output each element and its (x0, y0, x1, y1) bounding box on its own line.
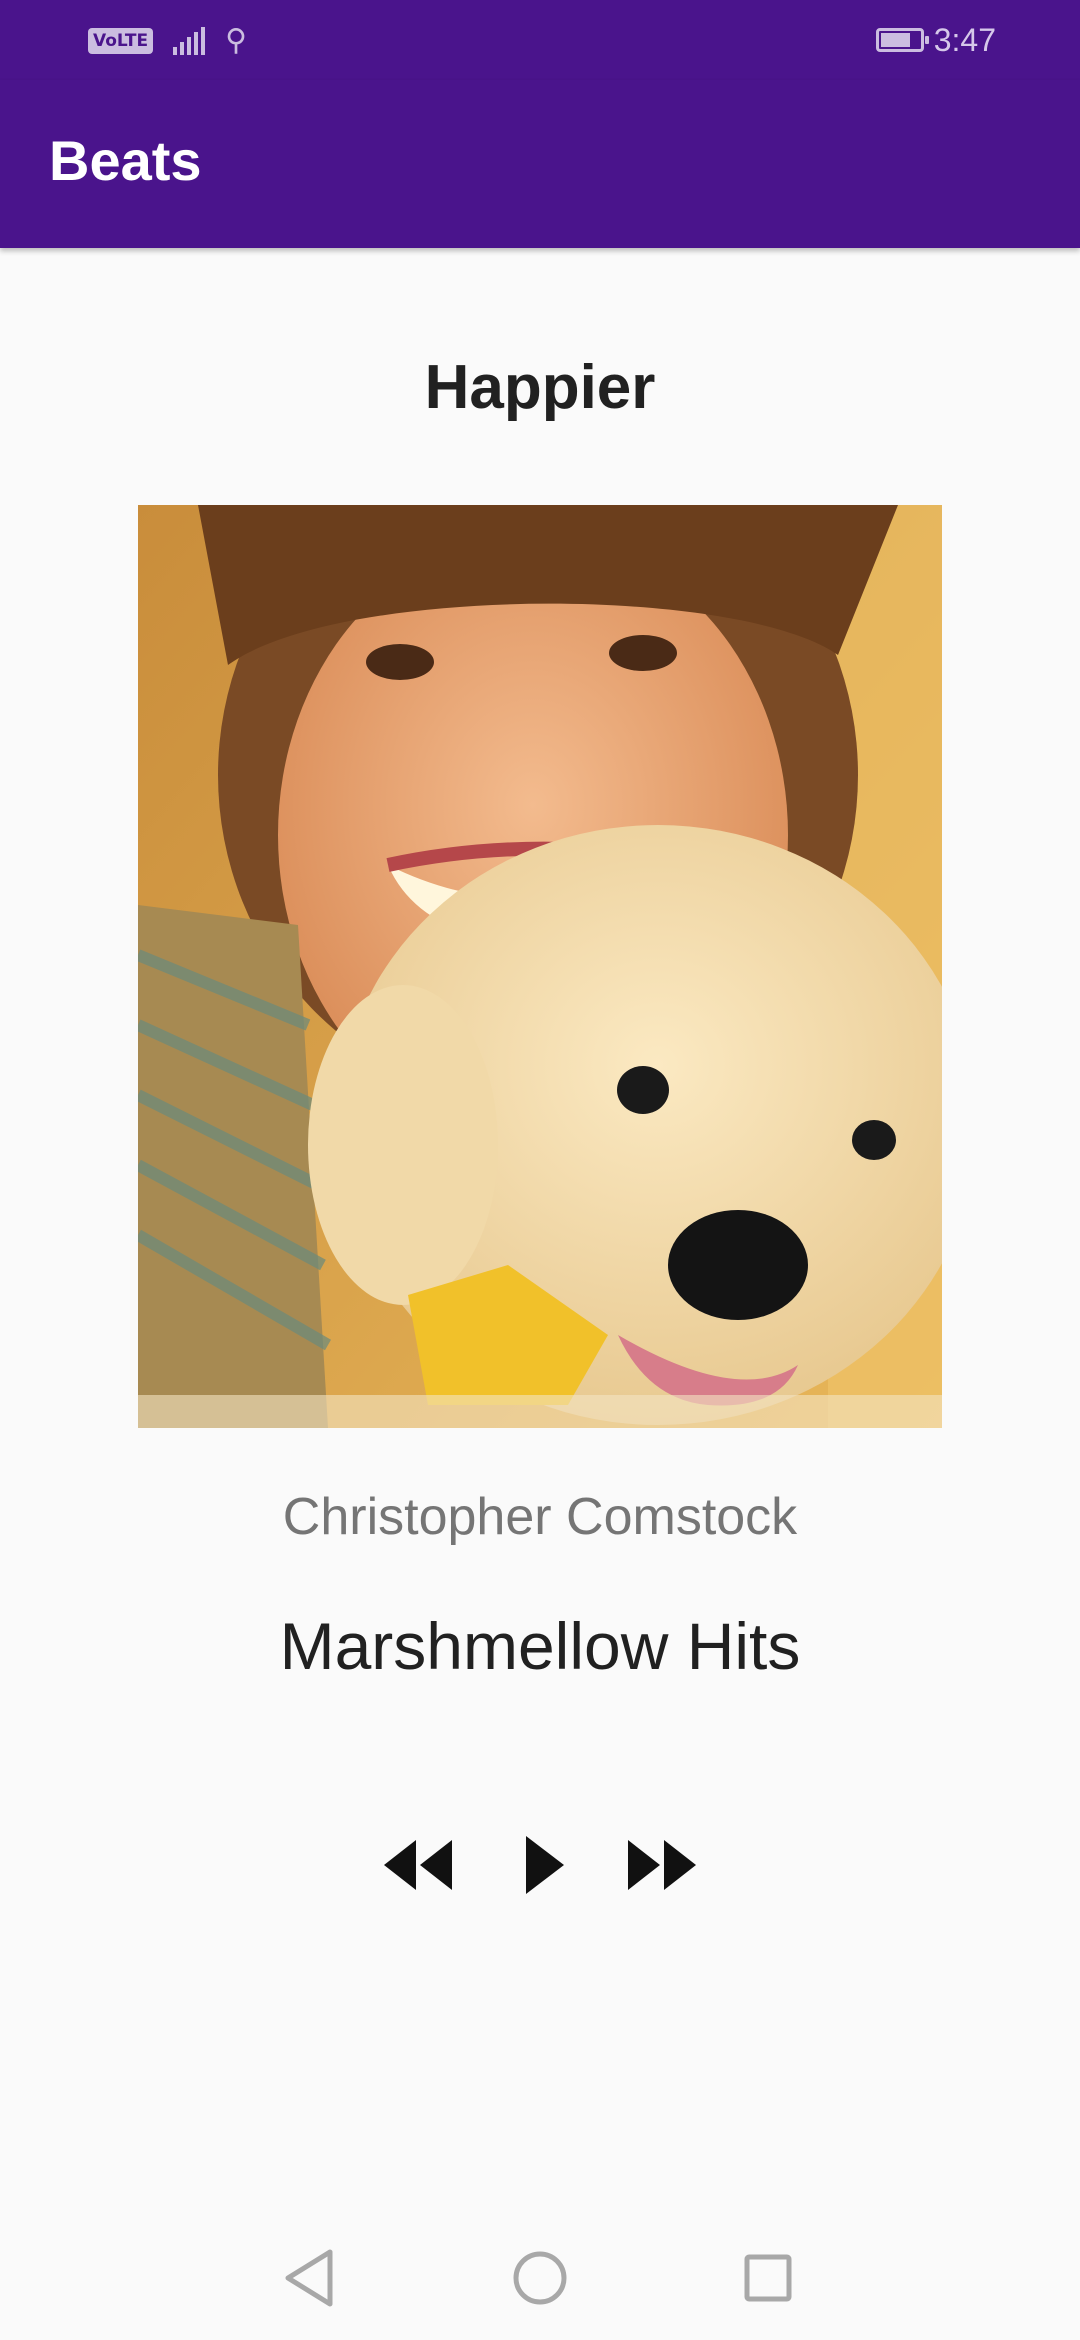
signal-icon (173, 27, 206, 55)
status-left: VoLTE ⚲ (88, 24, 247, 58)
app-bar: Beats (0, 80, 1080, 248)
status-time: 3:47 (933, 21, 996, 58)
status-bar: VoLTE ⚲ 3:47 (0, 0, 1080, 80)
play-icon[interactable] (502, 1830, 582, 1900)
status-right: 3:47 (875, 20, 996, 60)
artist-name: Christopher Comstock (282, 1488, 798, 1546)
app-title: Beats (49, 129, 202, 192)
song-title: Happier (424, 353, 656, 422)
fast-forward-icon[interactable] (622, 1830, 702, 1900)
recents-icon[interactable] (728, 2238, 808, 2318)
rewind-icon[interactable] (378, 1830, 458, 1900)
battery-charging-icon (875, 28, 929, 52)
home-icon[interactable] (500, 2238, 580, 2318)
usb-icon: ⚲ (225, 23, 248, 58)
volte-icon: VoLTE (88, 28, 154, 54)
back-icon[interactable] (270, 2238, 350, 2318)
album-cover-image (138, 505, 942, 1428)
playback-controls (0, 1830, 1080, 1900)
system-nav-bar (0, 2210, 1080, 2340)
album-name: Marshmellow Hits (279, 1609, 801, 1683)
